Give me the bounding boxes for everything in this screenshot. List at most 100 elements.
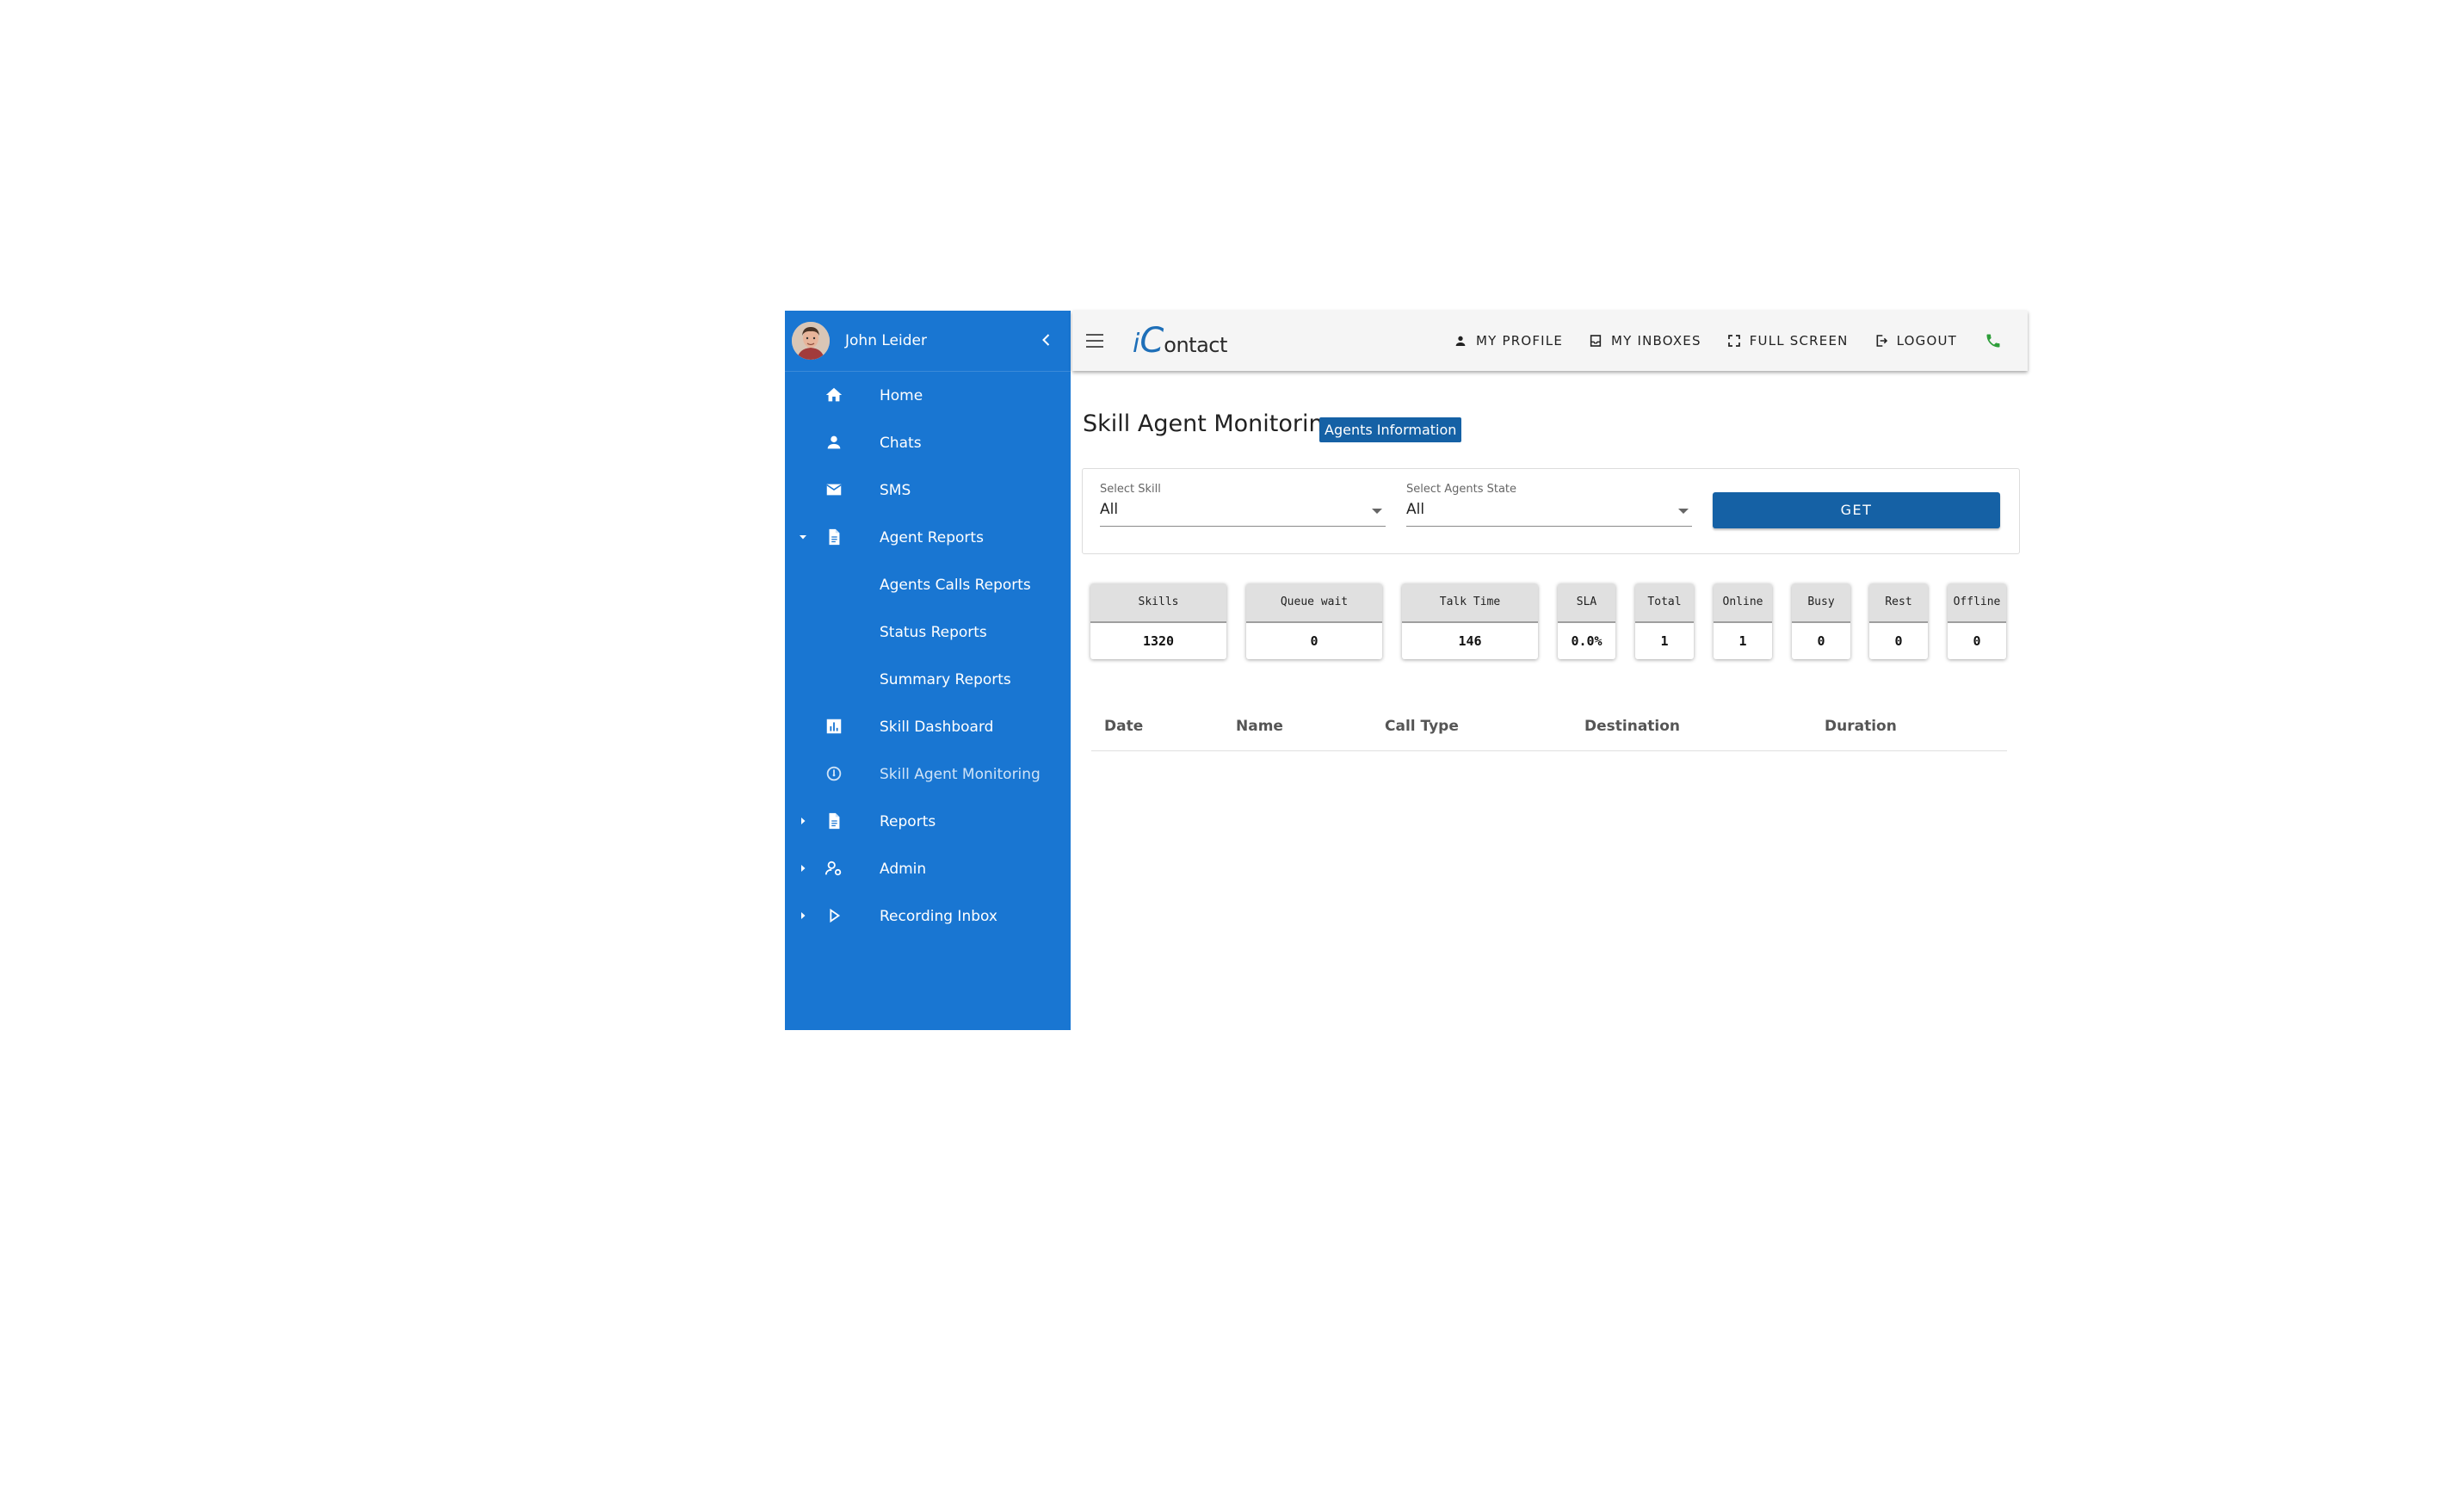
inbox-icon bbox=[1590, 335, 1602, 347]
collapse-sidebar-button[interactable] bbox=[1038, 331, 1055, 349]
dropdown-arrow-icon bbox=[1372, 509, 1382, 514]
caret-right-icon bbox=[801, 912, 806, 919]
sidebar-item-agent-reports[interactable]: Agent Reports bbox=[785, 514, 1071, 561]
select-skill-label: Select Skill bbox=[1100, 483, 1161, 496]
chevron-left-icon bbox=[1042, 334, 1050, 346]
sidebar-item-label: Chats bbox=[880, 434, 922, 452]
my-profile-label: MY PROFILE bbox=[1475, 333, 1564, 349]
full-screen-label: FULL SCREEN bbox=[1749, 333, 1849, 349]
filter-card: Select Skill All Select Agents State All… bbox=[1082, 468, 2020, 554]
dropdown-arrow-icon bbox=[1678, 509, 1689, 514]
stat-label: Skills bbox=[1090, 583, 1226, 623]
user-name: John Leider bbox=[845, 332, 927, 349]
phone-button[interactable] bbox=[1985, 332, 2002, 349]
stat-talk-time: Talk Time 146 bbox=[1402, 583, 1538, 659]
sidebar-user: John Leider bbox=[785, 311, 1071, 372]
caret-right-icon bbox=[801, 865, 806, 872]
stat-label: Total bbox=[1635, 583, 1694, 623]
sidebar-item-skill-agent-monitoring[interactable]: Skill Agent Monitoring bbox=[785, 750, 1071, 798]
user-settings-icon bbox=[824, 861, 842, 876]
stat-value: 0 bbox=[1894, 633, 1903, 649]
stat-online: Online 1 bbox=[1714, 583, 1772, 659]
sidebar-item-sms[interactable]: SMS bbox=[785, 466, 1071, 514]
caret-down-icon bbox=[800, 535, 806, 540]
monitoring-icon bbox=[826, 766, 842, 781]
stat-value: 1 bbox=[1660, 633, 1669, 649]
stat-label: Busy bbox=[1792, 583, 1850, 623]
column-header-name[interactable]: Name bbox=[1236, 718, 1283, 735]
sidebar-menu: Home Chats SMS Agent Reports Agents Call… bbox=[785, 372, 1071, 940]
top-app-bar: iContact MY PROFILE MY INBOXES FULL SCRE… bbox=[1072, 311, 2028, 371]
sidebar-item-home[interactable]: Home bbox=[785, 372, 1071, 419]
play-icon bbox=[830, 908, 841, 923]
sidebar-item-label: Skill Dashboard bbox=[880, 718, 994, 736]
stat-value: 1320 bbox=[1142, 633, 1175, 649]
stat-busy: Busy 0 bbox=[1792, 583, 1850, 659]
select-agents-state-label: Select Agents State bbox=[1406, 483, 1517, 496]
avatar[interactable] bbox=[792, 322, 830, 360]
sidebar-item-label: Recording Inbox bbox=[880, 907, 997, 925]
logout-button[interactable]: LOGOUT bbox=[1874, 333, 1957, 349]
stat-queue-wait: Queue wait 0 bbox=[1246, 583, 1382, 659]
stat-label: Talk Time bbox=[1402, 583, 1538, 623]
sidebar-item-skill-dashboard[interactable]: Skill Dashboard bbox=[785, 703, 1071, 750]
select-skill-value: All bbox=[1100, 501, 1119, 518]
select-skill-dropdown[interactable]: Select Skill All bbox=[1100, 483, 1386, 527]
sidebar-item-admin[interactable]: Admin bbox=[785, 845, 1071, 892]
logout-icon bbox=[1876, 335, 1887, 347]
person-icon bbox=[1455, 336, 1466, 346]
sidebar-item-agents-calls-reports[interactable]: Agents Calls Reports bbox=[785, 561, 1071, 608]
logout-label: LOGOUT bbox=[1896, 333, 1957, 349]
phone-icon bbox=[1986, 334, 2000, 348]
get-button[interactable]: GET bbox=[1713, 492, 2000, 528]
select-agents-state-value: All bbox=[1406, 501, 1425, 518]
column-header-date[interactable]: Date bbox=[1104, 718, 1143, 735]
sidebar: John Leider Home Chats SMS Agent Reports… bbox=[785, 311, 1071, 1030]
sidebar-item-label: SMS bbox=[880, 481, 911, 499]
sidebar-item-label: Reports bbox=[880, 812, 936, 830]
logo-text: ontact bbox=[1164, 333, 1227, 357]
app-logo[interactable]: iContact bbox=[1133, 321, 1227, 361]
sidebar-item-label: Agent Reports bbox=[880, 528, 984, 546]
sidebar-item-chats[interactable]: Chats bbox=[785, 419, 1071, 466]
calls-table: Date Name Call Type Destination Duration bbox=[1091, 709, 2007, 751]
stat-sla: SLA 0.0% bbox=[1558, 583, 1615, 659]
sidebar-item-label: Agents Calls Reports bbox=[880, 576, 1031, 594]
column-header-duration[interactable]: Duration bbox=[1825, 718, 1897, 735]
stat-offline: Offline 0 bbox=[1948, 583, 2006, 659]
sidebar-item-label: Home bbox=[880, 386, 923, 404]
top-actions: MY PROFILE MY INBOXES FULL SCREEN LOGOUT bbox=[1428, 311, 2002, 371]
home-icon bbox=[825, 387, 843, 402]
stat-value: 0 bbox=[1310, 633, 1318, 649]
sidebar-item-status-reports[interactable]: Status Reports bbox=[785, 608, 1071, 656]
column-header-destination[interactable]: Destination bbox=[1584, 718, 1680, 735]
menu-button[interactable] bbox=[1084, 331, 1105, 350]
bar-chart-icon bbox=[826, 719, 842, 734]
stat-label: Online bbox=[1714, 583, 1772, 623]
sidebar-item-label: Admin bbox=[880, 860, 927, 878]
my-inboxes-button[interactable]: MY INBOXES bbox=[1589, 333, 1701, 349]
person-icon bbox=[827, 435, 841, 449]
stat-skills: Skills 1320 bbox=[1090, 583, 1226, 659]
column-header-call-type[interactable]: Call Type bbox=[1385, 718, 1459, 735]
stat-value: 0 bbox=[1973, 633, 1981, 649]
document-icon bbox=[829, 812, 840, 830]
my-inboxes-label: MY INBOXES bbox=[1611, 333, 1701, 349]
my-profile-button[interactable]: MY PROFILE bbox=[1454, 333, 1563, 349]
stat-label: Rest bbox=[1869, 583, 1928, 623]
app-root: John Leider Home Chats SMS Agent Reports… bbox=[785, 311, 2028, 1030]
document-icon bbox=[829, 528, 840, 546]
full-screen-button[interactable]: FULL SCREEN bbox=[1727, 333, 1849, 349]
sidebar-item-reports[interactable]: Reports bbox=[785, 798, 1071, 845]
sidebar-item-label: Summary Reports bbox=[880, 670, 1011, 688]
select-agents-state-dropdown[interactable]: Select Agents State All bbox=[1406, 483, 1692, 527]
email-icon bbox=[826, 484, 842, 496]
sidebar-item-recording-inbox[interactable]: Recording Inbox bbox=[785, 892, 1071, 940]
sidebar-item-summary-reports[interactable]: Summary Reports bbox=[785, 656, 1071, 703]
logo-letter-c: C bbox=[1139, 321, 1164, 361]
stat-value: 0 bbox=[1817, 633, 1825, 649]
stat-value: 146 bbox=[1458, 633, 1482, 649]
stat-total: Total 1 bbox=[1635, 583, 1694, 659]
agents-information-badge[interactable]: Agents Information bbox=[1319, 417, 1462, 442]
hamburger-icon bbox=[1086, 334, 1103, 348]
